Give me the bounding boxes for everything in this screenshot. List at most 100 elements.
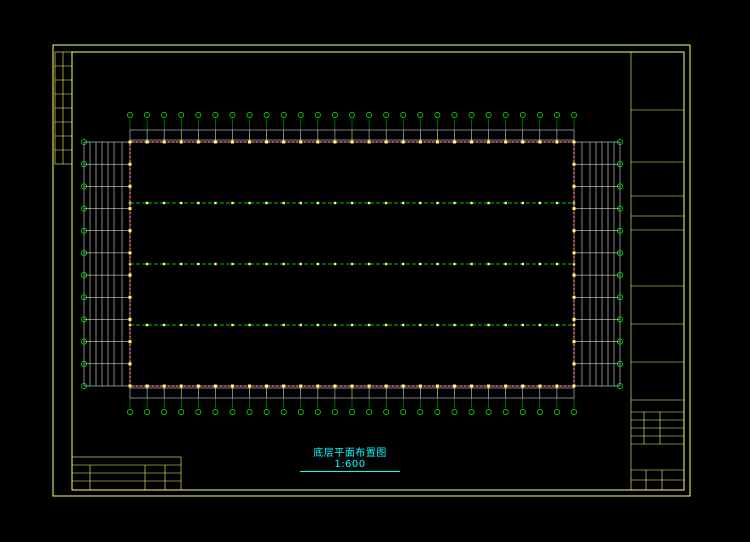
axis-bubble — [451, 409, 458, 415]
axis-bubble — [536, 409, 543, 415]
perimeter-column — [230, 140, 234, 144]
interior-column — [521, 323, 524, 327]
perimeter-column — [435, 384, 439, 388]
axis-bubble — [195, 409, 202, 415]
perimeter-column — [179, 384, 183, 388]
perimeter-column — [572, 384, 576, 388]
perimeter-column — [128, 207, 132, 211]
axis-bubble — [434, 112, 441, 118]
perimeter-column — [504, 384, 508, 388]
interior-column — [248, 201, 251, 205]
perimeter-column — [196, 384, 200, 388]
interior-column — [180, 201, 183, 205]
interior-column — [367, 323, 371, 327]
axis-bubble — [297, 409, 304, 415]
schedule-table — [71, 456, 182, 491]
interior-column — [316, 323, 320, 327]
perimeter-column — [435, 140, 439, 144]
axis-bubble — [417, 409, 424, 415]
interior-column — [538, 262, 542, 266]
perimeter-column — [350, 384, 354, 388]
interior-column — [197, 262, 200, 266]
interior-column — [436, 262, 439, 266]
interior-column — [453, 262, 456, 266]
perimeter-column — [572, 184, 576, 188]
perimeter-column — [572, 140, 576, 144]
interior-column — [367, 262, 371, 266]
perimeter-column — [572, 362, 576, 366]
axis-bubble — [297, 112, 304, 118]
axis-bubble — [212, 112, 219, 118]
axis-bubble — [502, 112, 509, 118]
perimeter-column — [145, 140, 149, 144]
interior-column — [162, 323, 166, 327]
perimeter-column — [145, 384, 149, 388]
perimeter-column — [299, 140, 303, 144]
axis-bubble — [246, 112, 253, 118]
axis-bubble — [468, 409, 475, 415]
interior-column — [436, 201, 439, 205]
interior-column — [333, 201, 337, 205]
axis-bubble — [400, 112, 407, 118]
axis-bubble — [485, 112, 492, 118]
perimeter-column — [128, 251, 132, 255]
interior-column — [555, 262, 559, 266]
perimeter-column — [418, 140, 422, 144]
perimeter-column — [196, 140, 200, 144]
perimeter-column — [230, 384, 234, 388]
interior-column — [282, 201, 285, 205]
interior-column — [470, 323, 473, 327]
interior-column — [384, 201, 388, 205]
perimeter-column — [128, 273, 132, 277]
perimeter-column — [128, 140, 132, 144]
interior-column — [231, 262, 234, 266]
perimeter-column — [128, 295, 132, 299]
perimeter-column — [367, 384, 371, 388]
axis-bubble — [349, 112, 355, 118]
axis-bubble — [161, 112, 168, 118]
perimeter-column — [333, 384, 337, 388]
perimeter-column — [282, 384, 286, 388]
axis-bubble — [229, 409, 236, 415]
perimeter-column — [384, 384, 388, 388]
interior-column — [265, 323, 268, 327]
axis-bubble — [229, 112, 236, 118]
interior-column — [572, 323, 576, 327]
axis-bubble — [195, 112, 202, 118]
interior-column — [299, 201, 302, 205]
axis-bubble — [280, 112, 287, 118]
axis-bubble — [314, 112, 321, 118]
axis-bubble — [553, 112, 560, 118]
interior-column — [316, 262, 320, 266]
interior-column — [282, 262, 285, 266]
axis-bubble — [553, 409, 560, 415]
interior-column — [402, 201, 405, 205]
perimeter-column — [162, 384, 166, 388]
interior-column — [384, 323, 388, 327]
interior-column — [265, 262, 268, 266]
perimeter-column — [299, 384, 303, 388]
axis-bubble — [331, 409, 338, 415]
interior-column — [231, 323, 234, 327]
interior-column — [145, 262, 149, 266]
axis-bubble — [519, 112, 526, 118]
interior-column — [402, 323, 405, 327]
interior-column — [538, 201, 542, 205]
perimeter-column — [128, 340, 132, 344]
perimeter-column — [452, 384, 456, 388]
interior-column — [299, 262, 302, 266]
interior-column — [504, 262, 507, 266]
perimeter-column — [555, 384, 559, 388]
interior-column — [470, 262, 473, 266]
perimeter-column — [350, 140, 354, 144]
axis-bubble — [571, 112, 577, 118]
axis-bubble — [417, 112, 424, 118]
perimeter-column — [316, 384, 320, 388]
title-block — [630, 51, 685, 491]
interior-column — [402, 262, 405, 266]
axis-bubble — [144, 112, 151, 118]
interior-column — [162, 201, 166, 205]
perimeter-column — [572, 229, 576, 233]
interior-column — [128, 323, 132, 327]
interior-column — [248, 262, 251, 266]
